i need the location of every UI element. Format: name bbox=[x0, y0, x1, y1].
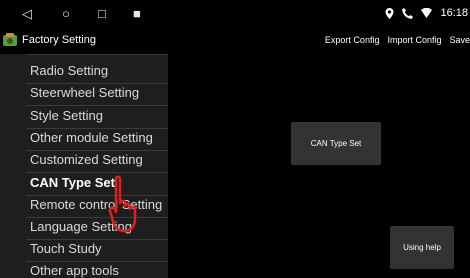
menu-divider bbox=[26, 217, 168, 218]
menu-divider bbox=[26, 261, 168, 262]
using-help-button[interactable]: Using help bbox=[390, 226, 454, 269]
menu-item-remote-control-setting[interactable]: Remote control Setting bbox=[30, 197, 162, 212]
clock: 16:18 bbox=[440, 7, 468, 19]
recent-apps-icon[interactable]: □ bbox=[98, 6, 106, 21]
menu-divider bbox=[26, 105, 168, 106]
status-bar: ◁ ○ □ ■ 16:18 bbox=[0, 0, 470, 28]
menu-divider bbox=[26, 83, 168, 84]
menu-item-radio-setting[interactable]: Radio Setting bbox=[30, 63, 108, 78]
menu-item-touch-study[interactable]: Touch Study bbox=[30, 241, 102, 256]
menu-item-customized-setting[interactable]: Customized Setting bbox=[30, 152, 143, 167]
menu-divider bbox=[26, 150, 168, 151]
location-icon bbox=[385, 7, 394, 19]
factory-app-icon bbox=[3, 33, 17, 46]
menu-item-steerwheel-setting[interactable]: Steerwheel Setting bbox=[30, 85, 139, 100]
menu-divider bbox=[26, 54, 168, 55]
menu-item-other-app-tools[interactable]: Other app tools bbox=[30, 263, 119, 278]
app-bar: Factory Setting Export Config Import Con… bbox=[0, 28, 470, 54]
menu-divider bbox=[26, 195, 168, 196]
export-config-button[interactable]: Export Config bbox=[325, 35, 380, 45]
wifi-icon bbox=[421, 8, 433, 18]
home-icon[interactable]: ○ bbox=[62, 6, 70, 21]
settings-menu: Radio Setting Steerwheel Setting Style S… bbox=[0, 54, 168, 278]
import-config-button[interactable]: Import Config bbox=[387, 35, 441, 45]
screenshot-icon[interactable]: ■ bbox=[133, 6, 141, 21]
menu-divider bbox=[26, 239, 168, 240]
can-type-set-button[interactable]: CAN Type Set bbox=[291, 122, 381, 165]
page-title: Factory Setting bbox=[22, 34, 96, 46]
action-menu: Export Config Import Config Save bbox=[325, 35, 470, 45]
menu-divider bbox=[26, 128, 168, 129]
status-indicators: 16:18 bbox=[385, 7, 468, 19]
save-button[interactable]: Save bbox=[449, 35, 470, 45]
menu-item-style-setting[interactable]: Style Setting bbox=[30, 108, 103, 123]
pointing-hand-icon bbox=[108, 175, 137, 233]
menu-item-can-type-set[interactable]: CAN Type Set bbox=[30, 175, 115, 190]
phone-icon bbox=[402, 7, 414, 19]
back-icon[interactable]: ◁ bbox=[22, 6, 32, 22]
menu-divider bbox=[26, 172, 168, 173]
menu-item-other-module-setting[interactable]: Other module Setting bbox=[30, 130, 153, 145]
